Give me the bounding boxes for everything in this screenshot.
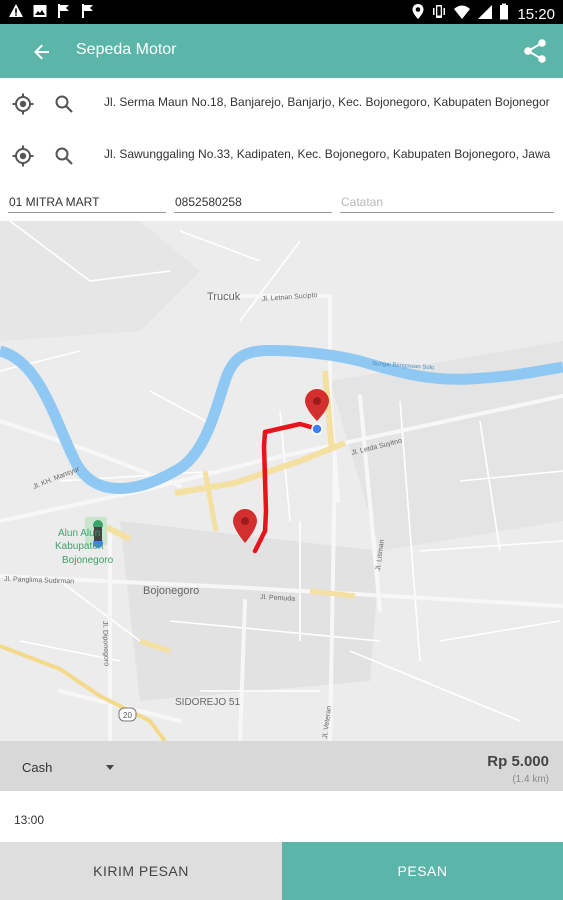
vibrate-icon bbox=[431, 3, 447, 25]
time-row[interactable]: 13:00 bbox=[0, 791, 563, 842]
signal-icon bbox=[477, 4, 493, 25]
time-value: 13:00 bbox=[14, 813, 45, 827]
status-system: 15:20 bbox=[411, 3, 555, 25]
payment-method-select[interactable]: Cash bbox=[14, 753, 124, 781]
flag-icon bbox=[80, 3, 96, 19]
distance-label: (1.4 km) bbox=[512, 774, 549, 785]
destination-address[interactable]: Jl. Sawunggaling No.33, Kadipaten, Kec. … bbox=[104, 147, 550, 161]
phone-field[interactable]: 0852580258 bbox=[174, 188, 332, 213]
map-label: Trucuk bbox=[207, 291, 241, 303]
map-label: Bojonegoro bbox=[62, 555, 114, 566]
share-icon bbox=[524, 39, 546, 63]
flag-icon bbox=[56, 3, 72, 19]
route-shield: 20 bbox=[118, 707, 137, 722]
battery-icon bbox=[499, 3, 509, 25]
map-label: 20 bbox=[123, 711, 132, 720]
payment-method-label: Cash bbox=[22, 760, 53, 775]
map-label: SIDOREJO 51 bbox=[175, 697, 240, 708]
note-field[interactable]: Catatan bbox=[340, 188, 554, 213]
app-bar: Sepeda Motor bbox=[0, 24, 563, 78]
order-button[interactable]: PESAN bbox=[282, 842, 563, 900]
current-location-dot bbox=[311, 423, 323, 435]
status-bar: 15:20 bbox=[0, 0, 563, 24]
back-button[interactable] bbox=[26, 36, 58, 68]
my-location-icon[interactable] bbox=[12, 145, 34, 167]
wifi-icon bbox=[453, 4, 471, 25]
pickup-row: Jl. Serma Maun No.18, Banjarejo, Banjarj… bbox=[0, 78, 563, 130]
map-view[interactable]: Trucuk Jl. Letnan Sucipto Sungai Bengawa… bbox=[0, 221, 563, 741]
search-icon[interactable] bbox=[54, 146, 74, 166]
send-message-button[interactable]: KIRIM PESAN bbox=[0, 842, 282, 900]
share-button[interactable] bbox=[519, 35, 551, 67]
warning-icon bbox=[8, 3, 24, 19]
name-field[interactable]: 01 MITRA MART bbox=[8, 188, 166, 213]
map-canvas[interactable]: Trucuk Jl. Letnan Sucipto Sungai Bengawa… bbox=[0, 221, 563, 741]
map-label: Kabupaten bbox=[55, 541, 103, 552]
destination-row: Jl. Sawunggaling No.33, Kadipaten, Kec. … bbox=[0, 130, 563, 182]
arrow-back-icon bbox=[34, 44, 49, 60]
status-notifications bbox=[8, 3, 96, 19]
page-title: Sepeda Motor bbox=[76, 41, 177, 58]
status-time: 15:20 bbox=[517, 5, 555, 23]
caret-down-icon bbox=[106, 765, 114, 770]
map-label: Bojonegoro bbox=[143, 585, 199, 597]
location-icon bbox=[411, 3, 425, 25]
pickup-address[interactable]: Jl. Serma Maun No.18, Banjarejo, Banjarj… bbox=[104, 95, 550, 109]
gallery-icon bbox=[32, 3, 48, 19]
search-icon[interactable] bbox=[54, 94, 74, 114]
map-label: Alun Alun bbox=[58, 528, 100, 539]
my-location-icon[interactable] bbox=[12, 93, 34, 115]
payment-bar: Cash Rp 5.000 (1.4 km) bbox=[0, 741, 563, 791]
price-label: Rp 5.000 bbox=[487, 753, 549, 770]
